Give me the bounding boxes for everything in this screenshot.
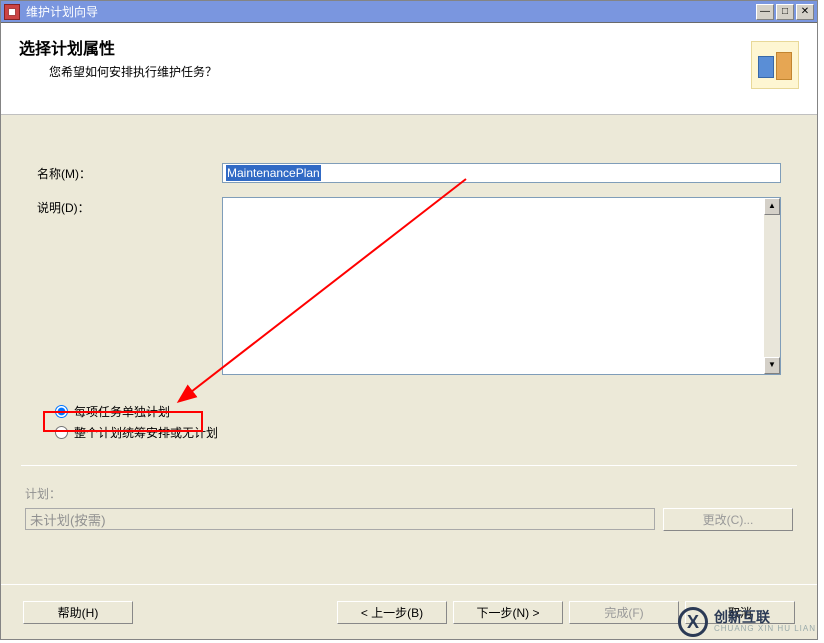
- header-text: 选择计划属性 您希望如何安排执行维护任务？: [19, 35, 217, 80]
- name-value: MaintenancePlan: [226, 165, 321, 181]
- name-row: 名称(M)： MaintenancePlan: [37, 163, 781, 183]
- back-button[interactable]: < 上一步(B): [337, 601, 447, 624]
- maximize-button[interactable]: □: [776, 4, 794, 20]
- radio-separate-input[interactable]: [55, 405, 68, 418]
- name-label: 名称(M)：: [37, 163, 222, 182]
- close-button[interactable]: ✕: [796, 4, 814, 20]
- desc-row: 说明(D)： ▲ ▼: [37, 197, 781, 375]
- schedule-section: 计划： 更改(C)...: [25, 485, 793, 531]
- radio-separate-label: 每项任务单独计划: [74, 403, 170, 420]
- desc-scrollbar[interactable]: ▲ ▼: [764, 197, 781, 375]
- minimize-button[interactable]: —: [756, 4, 774, 20]
- app-icon: [4, 4, 20, 20]
- watermark-logo-icon: X: [678, 607, 708, 637]
- help-button[interactable]: 帮助(H): [23, 601, 133, 624]
- window-title: 维护计划向导: [26, 3, 756, 20]
- scroll-down-icon[interactable]: ▼: [764, 357, 780, 374]
- name-input[interactable]: MaintenancePlan: [222, 163, 781, 183]
- desc-label: 说明(D)：: [37, 197, 222, 216]
- desc-textarea[interactable]: [222, 197, 764, 375]
- section-divider: [21, 465, 797, 466]
- next-button[interactable]: 下一步(N) >: [453, 601, 563, 624]
- page-title: 选择计划属性: [19, 35, 217, 59]
- wizard-window: 维护计划向导 — □ ✕ 选择计划属性 您希望如何安排执行维护任务？ 名称(M)…: [0, 0, 818, 640]
- change-schedule-button: 更改(C)...: [663, 508, 793, 531]
- page-subtitle: 您希望如何安排执行维护任务？: [49, 63, 217, 80]
- desc-textarea-wrap: ▲ ▼: [222, 197, 781, 375]
- scroll-up-icon[interactable]: ▲: [764, 198, 780, 215]
- radio-single-label: 整个计划统筹安排或无计划: [74, 424, 218, 441]
- finish-button: 完成(F): [569, 601, 679, 624]
- scroll-track[interactable]: [764, 215, 780, 357]
- radio-option-separate[interactable]: 每项任务单独计划: [55, 401, 781, 422]
- form-content: 名称(M)： MaintenancePlan 说明(D)： ▲ ▼ 每项任务单独…: [1, 115, 817, 463]
- watermark-cn: 创新互联: [714, 610, 816, 625]
- radio-option-single[interactable]: 整个计划统筹安排或无计划: [55, 422, 781, 443]
- window-controls: — □ ✕: [756, 4, 814, 20]
- wizard-header: 选择计划属性 您希望如何安排执行维护任务？: [1, 23, 817, 115]
- watermark: X 创新互联 CHUANG XIN HU LIAN: [678, 607, 816, 637]
- watermark-en: CHUANG XIN HU LIAN: [714, 625, 816, 634]
- schedule-input: [25, 508, 655, 530]
- schedule-radio-group: 每项任务单独计划 整个计划统筹安排或无计划: [55, 401, 781, 443]
- titlebar[interactable]: 维护计划向导 — □ ✕: [1, 1, 817, 23]
- schedule-row: 更改(C)...: [25, 508, 793, 531]
- wizard-icon: [751, 41, 799, 89]
- schedule-label: 计划：: [25, 485, 793, 502]
- radio-single-input[interactable]: [55, 426, 68, 439]
